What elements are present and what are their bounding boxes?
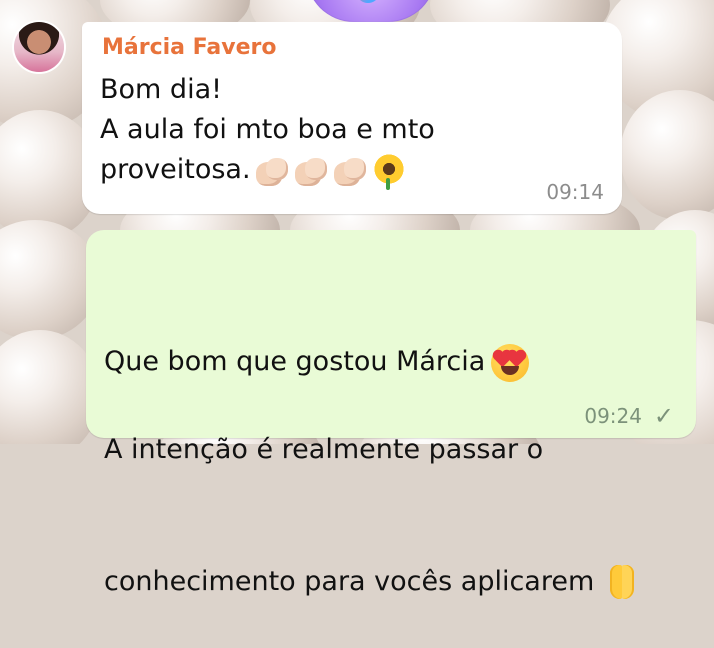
incoming-message-text: Bom dia! A aula foi mto boa e mto provei… (100, 70, 435, 190)
incoming-message-bubble[interactable]: Márcia Favero Bom dia! A aula foi mto bo… (82, 22, 622, 214)
sunflower-emoji (372, 153, 406, 190)
outgoing-message-time: 09:24 (584, 404, 642, 428)
outgoing-message-bubble[interactable]: Que bom que gostou Márcia A intenção é r… (86, 230, 696, 599)
clapping-hands-emoji (254, 154, 290, 188)
outgoing-line-3: conhecimento para vocês aplicarem (104, 516, 642, 604)
sent-check-icon: ✓ (653, 402, 674, 430)
outgoing-line-1: Que bom que gostou Márcia (104, 296, 642, 384)
outgoing-line-3-text: conhecimento para vocês aplicarem (104, 566, 595, 597)
sender-avatar[interactable] (14, 22, 64, 72)
sender-name[interactable]: Márcia Favero (102, 35, 277, 60)
outgoing-message-text: Que bom que gostou Márcia A intenção é r… (104, 252, 642, 648)
clapping-hands-emoji (293, 154, 329, 188)
folded-hands-emoji (604, 563, 642, 603)
outgoing-line-2: A intenção é realmente passar o (104, 434, 544, 465)
outgoing-line-1-text: Que bom que gostou Márcia (104, 346, 486, 377)
heart-eyes-emoji (491, 343, 530, 382)
incoming-message-time: 09:14 (546, 180, 604, 204)
clapping-hands-emoji (332, 154, 368, 188)
